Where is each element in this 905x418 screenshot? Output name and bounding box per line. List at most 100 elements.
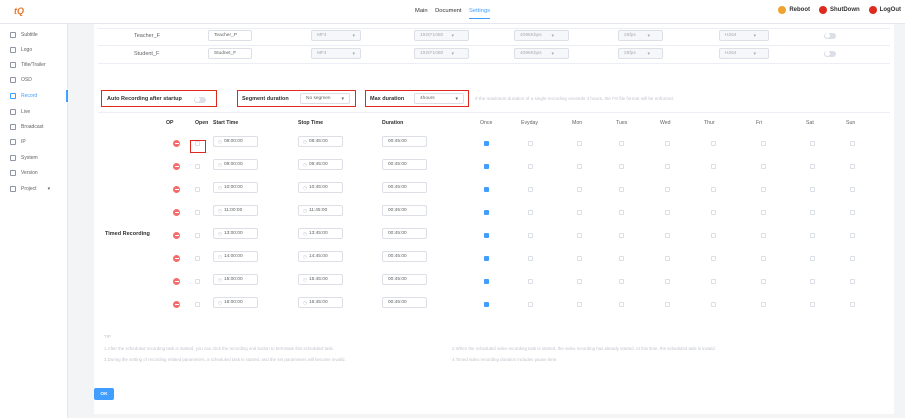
stop-time-input[interactable]: ◷ 09:45:00	[298, 159, 343, 170]
once-checkbox[interactable]	[484, 187, 489, 192]
day-checkbox[interactable]	[711, 302, 716, 307]
day-checkbox[interactable]	[761, 302, 766, 307]
day-checkbox[interactable]	[810, 210, 815, 215]
stop-time-input[interactable]: ◷ 10:45:00	[298, 182, 343, 193]
day-checkbox[interactable]	[619, 187, 624, 192]
sidebar-item-project[interactable]: Project ▾	[0, 183, 68, 195]
day-checkbox[interactable]	[711, 210, 716, 215]
day-checkbox[interactable]	[850, 141, 855, 146]
open-checkbox[interactable]	[195, 187, 200, 192]
day-checkbox[interactable]	[711, 187, 716, 192]
day-checkbox[interactable]	[577, 279, 582, 284]
remove-row-button[interactable]	[173, 278, 180, 285]
sidebar-item-osd[interactable]: OSD	[0, 74, 68, 86]
day-checkbox[interactable]	[528, 233, 533, 238]
day-checkbox[interactable]	[810, 233, 815, 238]
reboot-button[interactable]: Reboot	[778, 6, 810, 14]
sidebar-item-live[interactable]: Live	[0, 106, 68, 118]
start-time-input[interactable]: ◷ 16:00:00	[213, 297, 258, 308]
sidebar-item-titletrailer[interactable]: Title/Trailer	[0, 59, 68, 71]
stream-enable-toggle[interactable]	[824, 50, 836, 57]
day-checkbox[interactable]	[665, 164, 670, 169]
tab-document[interactable]: Document	[435, 8, 461, 18]
day-checkbox[interactable]	[577, 141, 582, 146]
day-checkbox[interactable]	[761, 279, 766, 284]
day-checkbox[interactable]	[761, 141, 766, 146]
start-time-input[interactable]: ◷ 10:00:00	[213, 182, 258, 193]
sidebar-item-record[interactable]: Record	[0, 90, 68, 102]
auto-recording-toggle[interactable]	[194, 96, 206, 103]
start-time-input[interactable]: ◷ 15:00:00	[213, 274, 258, 285]
stop-time-input[interactable]: ◷ 08:45:00	[298, 136, 343, 147]
open-checkbox[interactable]	[195, 279, 200, 284]
day-checkbox[interactable]	[528, 187, 533, 192]
segment-duration-select[interactable]: No segmen ▾	[300, 93, 350, 104]
day-checkbox[interactable]	[619, 302, 624, 307]
open-checkbox[interactable]	[195, 302, 200, 307]
day-checkbox[interactable]	[577, 210, 582, 215]
open-checkbox[interactable]	[195, 141, 200, 146]
stream-enable-toggle[interactable]	[824, 32, 836, 39]
day-checkbox[interactable]	[619, 210, 624, 215]
remove-row-button[interactable]	[173, 186, 180, 193]
stream-resolution-select[interactable]: 1920*1080 ▾	[414, 48, 469, 59]
open-checkbox[interactable]	[195, 164, 200, 169]
remove-row-button[interactable]	[173, 209, 180, 216]
stop-time-input[interactable]: ◷ 11:45:00	[298, 205, 343, 216]
tab-main[interactable]: Main	[415, 8, 428, 18]
day-checkbox[interactable]	[850, 210, 855, 215]
stream-file-input[interactable]: Teacher_P	[208, 30, 252, 41]
day-checkbox[interactable]	[850, 279, 855, 284]
open-checkbox[interactable]	[195, 256, 200, 261]
start-time-input[interactable]: ◷ 13:00:00	[213, 228, 258, 239]
day-checkbox[interactable]	[528, 164, 533, 169]
day-checkbox[interactable]	[619, 141, 624, 146]
stream-fps-select[interactable]: 25fps ▾	[618, 30, 663, 41]
day-checkbox[interactable]	[810, 141, 815, 146]
day-checkbox[interactable]	[619, 256, 624, 261]
day-checkbox[interactable]	[761, 187, 766, 192]
day-checkbox[interactable]	[810, 256, 815, 261]
day-checkbox[interactable]	[528, 210, 533, 215]
day-checkbox[interactable]	[665, 233, 670, 238]
shutdown-button[interactable]: ShutDown	[819, 6, 860, 14]
day-checkbox[interactable]	[577, 187, 582, 192]
day-checkbox[interactable]	[810, 164, 815, 169]
day-checkbox[interactable]	[711, 256, 716, 261]
sidebar-item-subtitle[interactable]: Subtitle	[0, 29, 68, 41]
start-time-input[interactable]: ◷ 14:00:00	[213, 251, 258, 262]
remove-row-button[interactable]	[173, 163, 180, 170]
once-checkbox[interactable]	[484, 302, 489, 307]
day-checkbox[interactable]	[810, 279, 815, 284]
sidebar-item-version[interactable]: Version	[0, 167, 68, 179]
stop-time-input[interactable]: ◷ 13:45:00	[298, 228, 343, 239]
day-checkbox[interactable]	[810, 302, 815, 307]
start-time-input[interactable]: ◷ 11:00:00	[213, 205, 258, 216]
remove-row-button[interactable]	[173, 232, 180, 239]
stream-fps-select[interactable]: 25fps ▾	[618, 48, 663, 59]
open-checkbox[interactable]	[195, 233, 200, 238]
day-checkbox[interactable]	[528, 302, 533, 307]
day-checkbox[interactable]	[619, 164, 624, 169]
tab-settings[interactable]: Settings	[469, 8, 490, 19]
day-checkbox[interactable]	[665, 302, 670, 307]
day-checkbox[interactable]	[761, 256, 766, 261]
once-checkbox[interactable]	[484, 233, 489, 238]
day-checkbox[interactable]	[850, 233, 855, 238]
stream-codec-select[interactable]: H264 ▾	[719, 48, 769, 59]
day-checkbox[interactable]	[577, 256, 582, 261]
logout-button[interactable]: LogOut	[868, 6, 901, 14]
day-checkbox[interactable]	[528, 279, 533, 284]
day-checkbox[interactable]	[577, 302, 582, 307]
once-checkbox[interactable]	[484, 141, 489, 146]
day-checkbox[interactable]	[711, 279, 716, 284]
day-checkbox[interactable]	[711, 233, 716, 238]
sidebar-item-system[interactable]: System	[0, 152, 68, 164]
ok-button[interactable]: OK	[94, 388, 114, 400]
day-checkbox[interactable]	[665, 141, 670, 146]
stop-time-input[interactable]: ◷ 14:45:00	[298, 251, 343, 262]
day-checkbox[interactable]	[577, 233, 582, 238]
day-checkbox[interactable]	[711, 141, 716, 146]
day-checkbox[interactable]	[619, 279, 624, 284]
day-checkbox[interactable]	[577, 164, 582, 169]
